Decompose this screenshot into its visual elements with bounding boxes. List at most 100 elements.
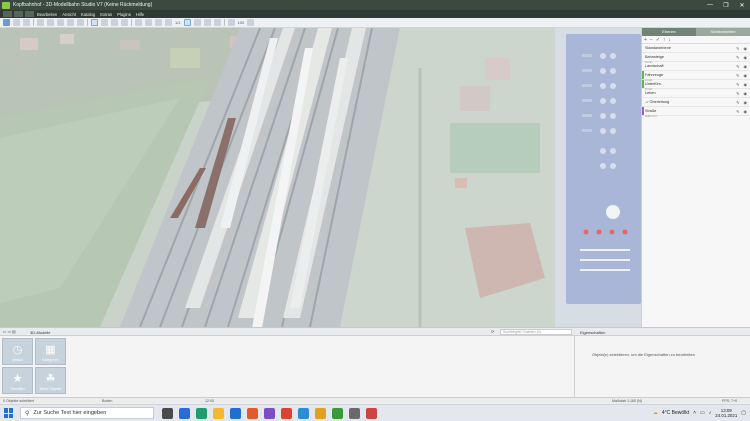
control-dashboard[interactable] — [566, 34, 641, 304]
window-controls: — ❐ ✕ — [702, 2, 750, 9]
menu-bearbeiten[interactable]: Bearbeiten — [37, 12, 57, 17]
tile-favoriten[interactable]: ★ Favoriten — [2, 367, 33, 394]
visibility-eye-icon[interactable]: ◉ — [744, 100, 748, 105]
cut-icon[interactable] — [57, 19, 64, 26]
taskbar-app-icon[interactable] — [247, 407, 258, 419]
visibility-eye-icon[interactable]: ◉ — [744, 109, 748, 114]
panel-divider[interactable] — [574, 336, 575, 398]
skip-icon[interactable] — [213, 19, 221, 26]
notifications-icon[interactable]: ▢ — [741, 410, 746, 416]
paste-icon[interactable] — [77, 19, 84, 26]
menu-plugins[interactable]: Plugins — [117, 12, 131, 17]
taskbar-app-icon[interactable] — [298, 407, 309, 419]
save-icon[interactable] — [13, 19, 20, 26]
layer-row[interactable]: Bahnsteige 0 min ✎ ◉ — [642, 53, 750, 64]
taskbar-app-icon[interactable] — [315, 407, 326, 419]
menu-extras[interactable]: Extras — [100, 12, 112, 17]
taskbar-app-icon[interactable] — [162, 407, 173, 419]
visibility-eye-icon[interactable]: ◉ — [744, 46, 748, 51]
visibility-eye-icon[interactable]: ◉ — [744, 64, 748, 69]
layer-row[interactable]: Straße 0,00 min ✎ ◉ — [642, 107, 750, 118]
tile-verlauf[interactable]: ◷ Verlauf — [2, 338, 33, 365]
taskbar-app-icon[interactable] — [349, 407, 360, 419]
up-icon[interactable]: ↑ — [663, 37, 666, 43]
check-icon[interactable]: ✓ — [656, 37, 660, 43]
fast-forward-icon[interactable] — [203, 19, 211, 26]
open-icon[interactable] — [23, 19, 30, 26]
layer-actions: ✎ ◉ — [736, 109, 747, 114]
speaker-icon[interactable] — [247, 19, 255, 26]
taskbar-search-input[interactable]: ⚲ Zur Suche Text hier eingeben — [20, 407, 154, 419]
taskbar-app-icon[interactable] — [332, 407, 343, 419]
add-layer-icon[interactable]: + — [644, 37, 647, 43]
select-tool-icon[interactable] — [3, 19, 10, 26]
close-button[interactable]: ✕ — [734, 2, 750, 9]
view-mode-icon[interactable] — [25, 11, 34, 17]
catalog-icon[interactable] — [155, 19, 162, 26]
tab-sichtbarkeiten[interactable]: Sichtbarkeiten — [696, 28, 750, 36]
maximize-button[interactable]: ❐ — [718, 2, 734, 9]
camera-icon[interactable] — [165, 19, 172, 26]
layer-row[interactable]: Landschaft ✎ ◉ — [642, 62, 750, 71]
taskbar-app-icon[interactable] — [179, 407, 190, 419]
tile-kategorien[interactable]: ▦ Kategorien — [35, 338, 66, 365]
user-icon[interactable] — [227, 19, 235, 26]
refresh-icon[interactable]: ⟳ — [491, 329, 494, 334]
layer-row[interactable]: Leben ✎ ◉ — [642, 89, 750, 98]
speaker-icon[interactable]: ♪ — [709, 410, 712, 416]
edit-icon[interactable]: ✎ — [736, 46, 739, 51]
taskbar-app-icon[interactable] — [281, 407, 292, 419]
3d-viewport[interactable] — [0, 28, 555, 327]
windows-start-icon[interactable] — [4, 408, 14, 418]
taskbar-app-icon[interactable] — [230, 407, 241, 419]
layer-row[interactable]: Fahrzeuge 0 min ✎ ◉ — [642, 71, 750, 82]
visibility-eye-icon[interactable]: ◉ — [744, 91, 748, 96]
catalog-nav-icons[interactable]: ⇐ ⇒ ▤ — [3, 329, 16, 334]
pause-icon[interactable] — [183, 19, 191, 26]
taskbar-app-icon[interactable] — [264, 407, 275, 419]
view-2d-icon[interactable] — [91, 19, 98, 26]
edit-icon[interactable]: ✎ — [736, 55, 739, 60]
remove-layer-icon[interactable]: − — [650, 37, 653, 43]
status-fps: FPS: 7+0 — [722, 399, 738, 403]
clock-icon[interactable] — [135, 19, 142, 26]
undo-icon[interactable] — [37, 19, 44, 26]
minimize-button[interactable]: — — [702, 2, 718, 9]
chevron-up-icon[interactable]: ˄ — [693, 410, 696, 416]
menu-ansicht[interactable]: Ansicht — [62, 12, 76, 17]
play-icon[interactable] — [193, 19, 201, 26]
view-3d-icon[interactable] — [101, 19, 108, 26]
layer-row[interactable]: -> Oberleitung ✎ ◉ — [642, 98, 750, 107]
visibility-eye-icon[interactable]: ◉ — [744, 82, 748, 87]
snap-icon[interactable] — [121, 19, 128, 26]
taskbar-app-icon[interactable] — [196, 407, 207, 419]
weather-icon[interactable]: ☁ — [653, 410, 658, 416]
copy-icon[interactable] — [67, 19, 74, 26]
menu-hilfe[interactable]: Hilfe — [136, 12, 144, 17]
edit-icon[interactable]: ✎ — [736, 73, 739, 78]
edit-icon[interactable]: ✎ — [736, 64, 739, 69]
edit-icon[interactable]: ✎ — [736, 109, 739, 114]
network-icon[interactable]: ▭ — [700, 410, 705, 416]
visibility-eye-icon[interactable]: ◉ — [744, 55, 748, 60]
back-icon[interactable] — [3, 11, 12, 17]
weather-text[interactable]: 4°C Bewölkt — [662, 410, 689, 416]
edit-icon[interactable]: ✎ — [736, 91, 739, 96]
tab-ebenen[interactable]: Ebenen — [642, 28, 696, 36]
edit-mode-icon[interactable] — [14, 11, 23, 17]
down-icon[interactable]: ↓ — [669, 37, 672, 43]
tile-meine-objekte[interactable]: ☘ Meine Objekte — [35, 367, 66, 394]
grid-icon[interactable] — [111, 19, 118, 26]
catalog-search-input[interactable]: Suchbegriff / Dateien (0) — [500, 329, 572, 335]
layer-row[interactable]: Standardebene ✎ ◉ — [642, 44, 750, 53]
redo-icon[interactable] — [47, 19, 54, 26]
edit-icon[interactable]: ✎ — [736, 82, 739, 87]
layer-row[interactable]: Unterführ. 0 min ✎ ◉ — [642, 80, 750, 91]
menu-katalog[interactable]: Katalog — [81, 12, 95, 17]
taskbar-app-icon[interactable] — [213, 407, 224, 419]
visibility-eye-icon[interactable]: ◉ — [744, 73, 748, 78]
clock[interactable]: 13:09 24.01.2021 — [715, 408, 737, 419]
taskbar-app-icon[interactable] — [366, 407, 377, 419]
layers-icon[interactable] — [145, 19, 152, 26]
edit-icon[interactable]: ✎ — [736, 100, 739, 105]
